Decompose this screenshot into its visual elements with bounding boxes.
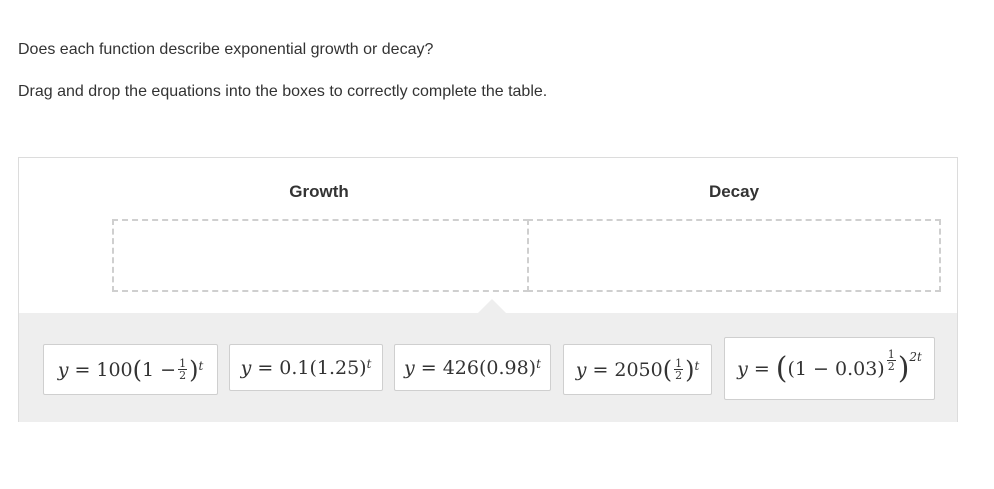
equation-tile-1[interactable]: y = 100(1 − 1 2) t xyxy=(43,344,218,395)
column-header-growth: Growth xyxy=(289,182,349,201)
equation-tile-2[interactable]: y = 0.1 (1.25) t xyxy=(229,344,383,391)
drag-drop-table: Growth Decay y = 100(1 − 1 2) t y = 0.1 (1.25) t… xyxy=(18,157,958,422)
decay-drop-zone[interactable] xyxy=(527,219,941,292)
equation-tile-5[interactable]: y =((1 − 0.03) 1 2) 2t xyxy=(724,337,935,400)
column-header-decay: Decay xyxy=(708,182,760,201)
instruction-text: Drag and drop the equations into the box… xyxy=(18,83,548,100)
equation-tile-4[interactable]: y = 2050(1 2) t xyxy=(563,344,712,395)
question-text: Does each function describe exponential … xyxy=(18,41,434,58)
equation-tile-3[interactable]: y = 426 (0.98) t xyxy=(394,344,551,391)
growth-drop-zone[interactable] xyxy=(112,219,529,292)
tray-pointer xyxy=(478,299,506,313)
